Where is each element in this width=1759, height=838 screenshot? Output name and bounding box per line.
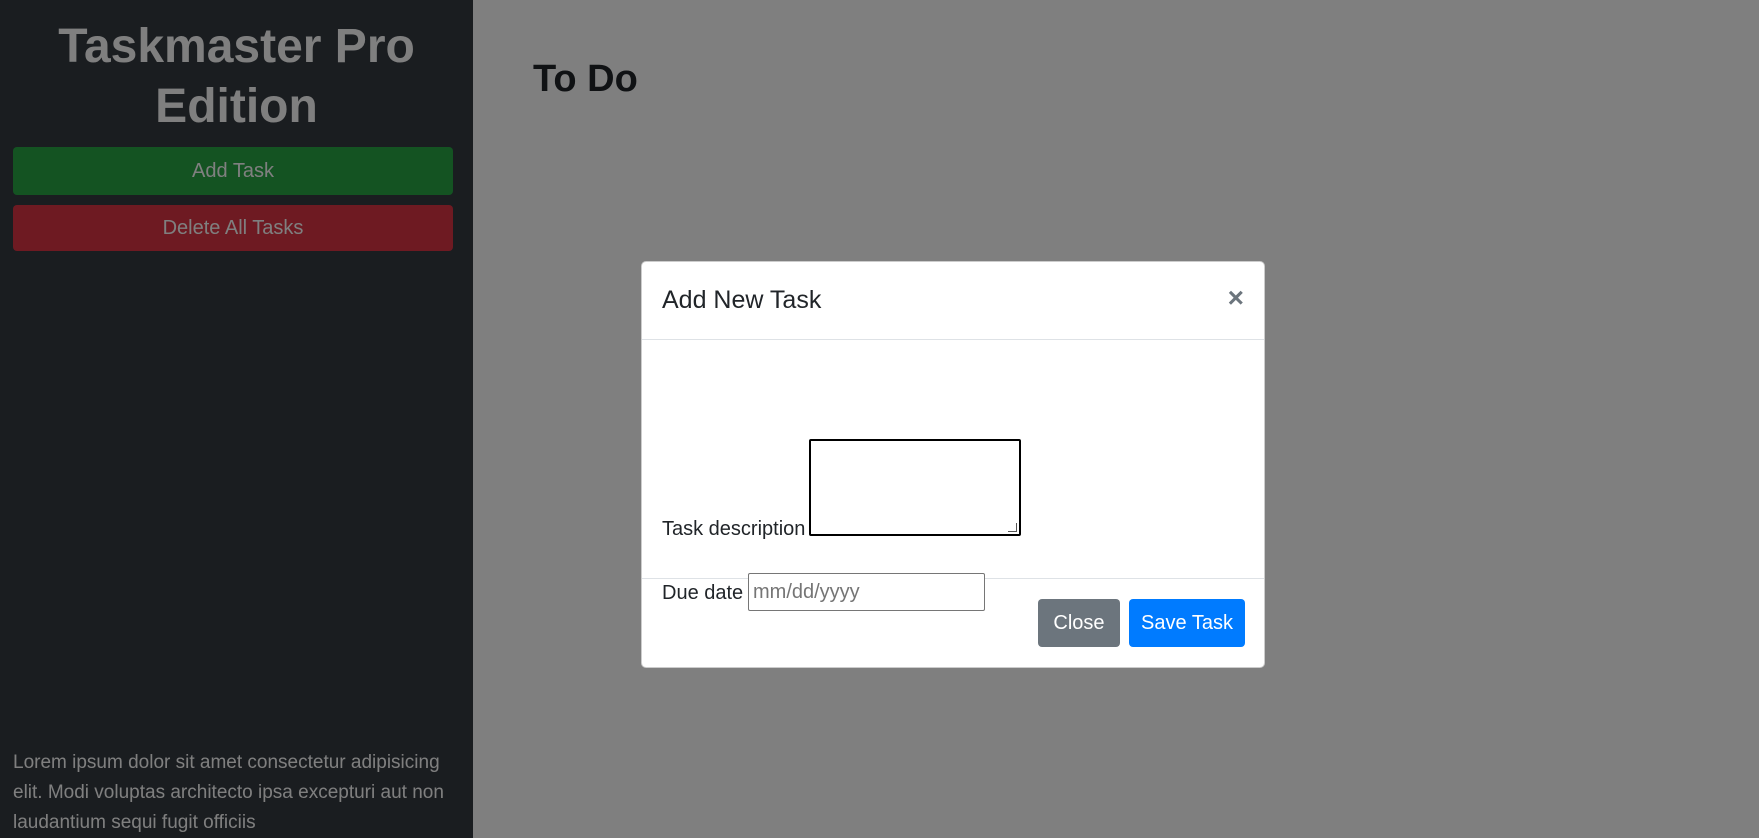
modal-title: Add New Task	[662, 286, 822, 314]
save-task-button[interactable]: Save Task	[1129, 599, 1245, 647]
task-description-label: Task description	[662, 518, 806, 540]
modal-header: Add New Task ×	[642, 262, 1264, 340]
close-button[interactable]: Close	[1038, 599, 1120, 647]
modal-body: Task description Due date mm/dd/yyyy	[642, 340, 1264, 611]
resize-grip-icon[interactable]	[1008, 523, 1017, 532]
add-task-modal: Add New Task × Task description Due date…	[641, 261, 1265, 668]
modal-footer: Close Save Task	[642, 579, 1264, 669]
close-icon[interactable]: ×	[1228, 284, 1244, 312]
task-description-textarea[interactable]	[809, 439, 1021, 536]
